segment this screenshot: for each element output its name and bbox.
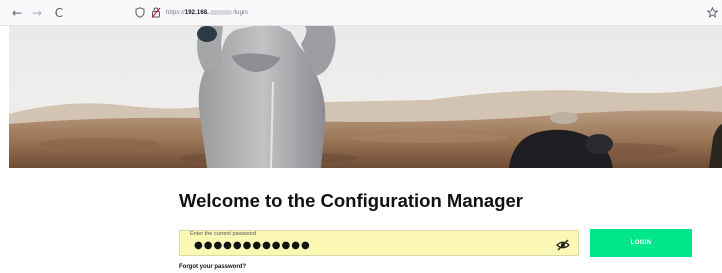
password-field[interactable]: Enter the current password ●●●●●●●●●●●●	[179, 230, 579, 256]
password-label: Enter the current password	[190, 231, 257, 237]
url-redacted	[209, 10, 232, 15]
login-button[interactable]: LOGIN	[590, 229, 692, 257]
shield-icon[interactable]	[134, 7, 146, 19]
star-icon[interactable]	[705, 5, 719, 19]
url-text[interactable]: https:// 192.168. /login	[166, 10, 248, 16]
page-title: Welcome to the Configuration Manager	[179, 190, 523, 211]
back-arrow-icon[interactable]: ←	[8, 4, 26, 22]
lock-icon[interactable]	[150, 7, 162, 19]
url-prefix: https://	[166, 9, 185, 16]
hero-image	[9, 26, 722, 168]
url-host: 192.168.	[184, 9, 209, 16]
forward-arrow-icon[interactable]: →	[28, 4, 46, 22]
eye-slash-icon[interactable]	[556, 238, 570, 251]
address-bar[interactable]: https:// 192.168. /login	[134, 4, 248, 22]
browser-toolbar: ← → C https:// 192.168. /login	[0, 0, 722, 26]
url-path: /login	[232, 9, 248, 16]
reload-icon[interactable]: C	[50, 4, 68, 22]
password-input[interactable]: ●●●●●●●●●●●●	[194, 240, 311, 251]
forgot-password-link[interactable]: Forgot your password?	[179, 264, 246, 270]
